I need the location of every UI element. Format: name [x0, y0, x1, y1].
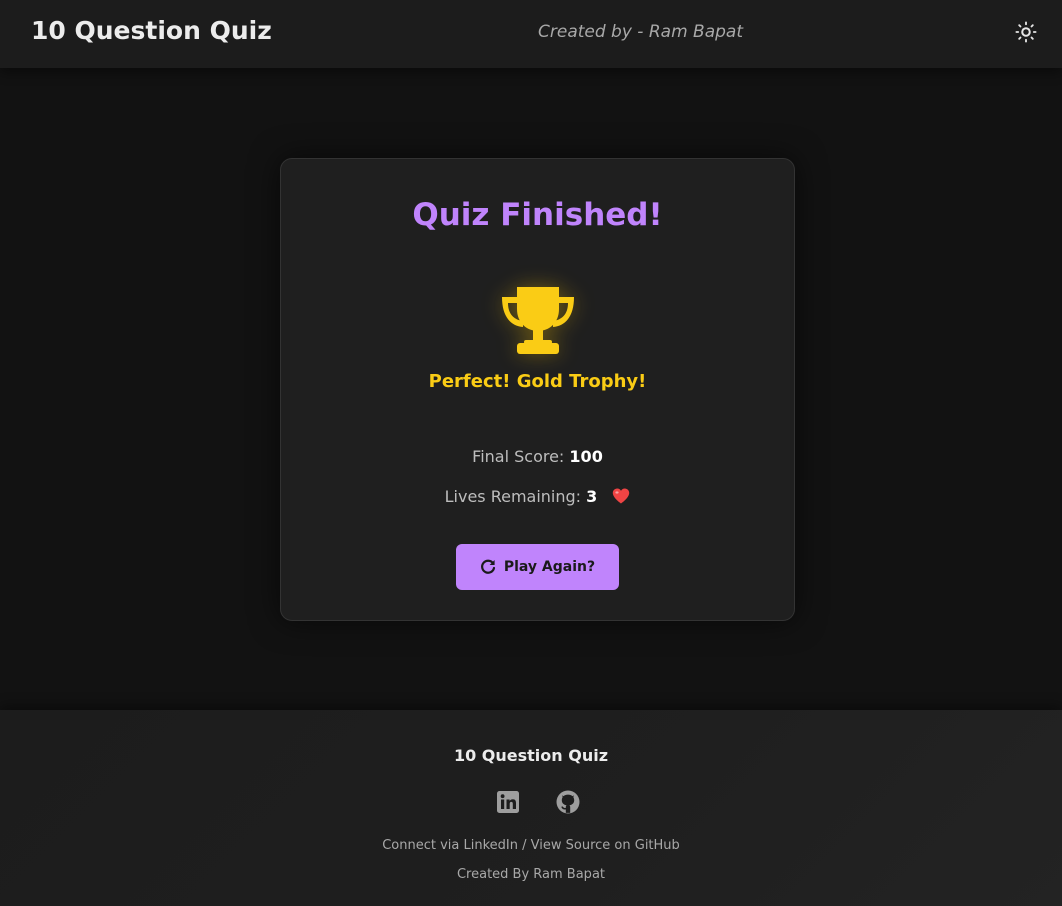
final-score-value: 100	[569, 447, 603, 466]
link-separator: /	[522, 838, 527, 853]
lives-remaining: Lives Remaining: 3	[281, 487, 794, 506]
lives-remaining-label: Lives Remaining:	[444, 487, 582, 506]
rotate-right-icon	[480, 559, 495, 574]
play-again-button[interactable]: Play Again?	[456, 544, 619, 590]
footer-title: 10 Question Quiz	[453, 746, 609, 765]
theme-toggle-button[interactable]	[1012, 18, 1040, 46]
footer-credit: Created By Ram Bapat	[456, 867, 606, 882]
header-credit: Created by - Ram Bapat	[538, 22, 743, 42]
final-score: Final Score: 100	[281, 447, 794, 466]
main-area: Quiz Finished! Perfect! Gold Trophy! Fin…	[0, 68, 1062, 710]
app-header: 10 Question Quiz Created by - Ram Bapat	[0, 0, 1062, 68]
sun-icon	[1015, 21, 1037, 43]
play-again-label: Play Again?	[503, 559, 596, 575]
github-icon[interactable]	[556, 790, 580, 814]
result-title: Quiz Finished!	[412, 197, 663, 233]
github-link[interactable]: View Source on GitHub	[531, 838, 680, 853]
page-footer: 10 Question Quiz Connect via LinkedIn / …	[0, 710, 1062, 906]
app-title: 10 Question Quiz	[31, 16, 272, 45]
heart-icon	[613, 488, 630, 504]
trophy-message: Perfect! Gold Trophy!	[428, 371, 647, 392]
final-score-label: Final Score:	[472, 447, 565, 466]
quiz-result-card: Quiz Finished! Perfect! Gold Trophy! Fin…	[280, 158, 795, 621]
footer-links: Connect via LinkedIn / View Source on Gi…	[0, 838, 1062, 853]
lives-remaining-value: 3	[586, 487, 598, 506]
linkedin-icon[interactable]	[496, 790, 520, 814]
trophy-icon	[502, 287, 574, 354]
linkedin-link[interactable]: Connect via LinkedIn	[382, 838, 518, 853]
